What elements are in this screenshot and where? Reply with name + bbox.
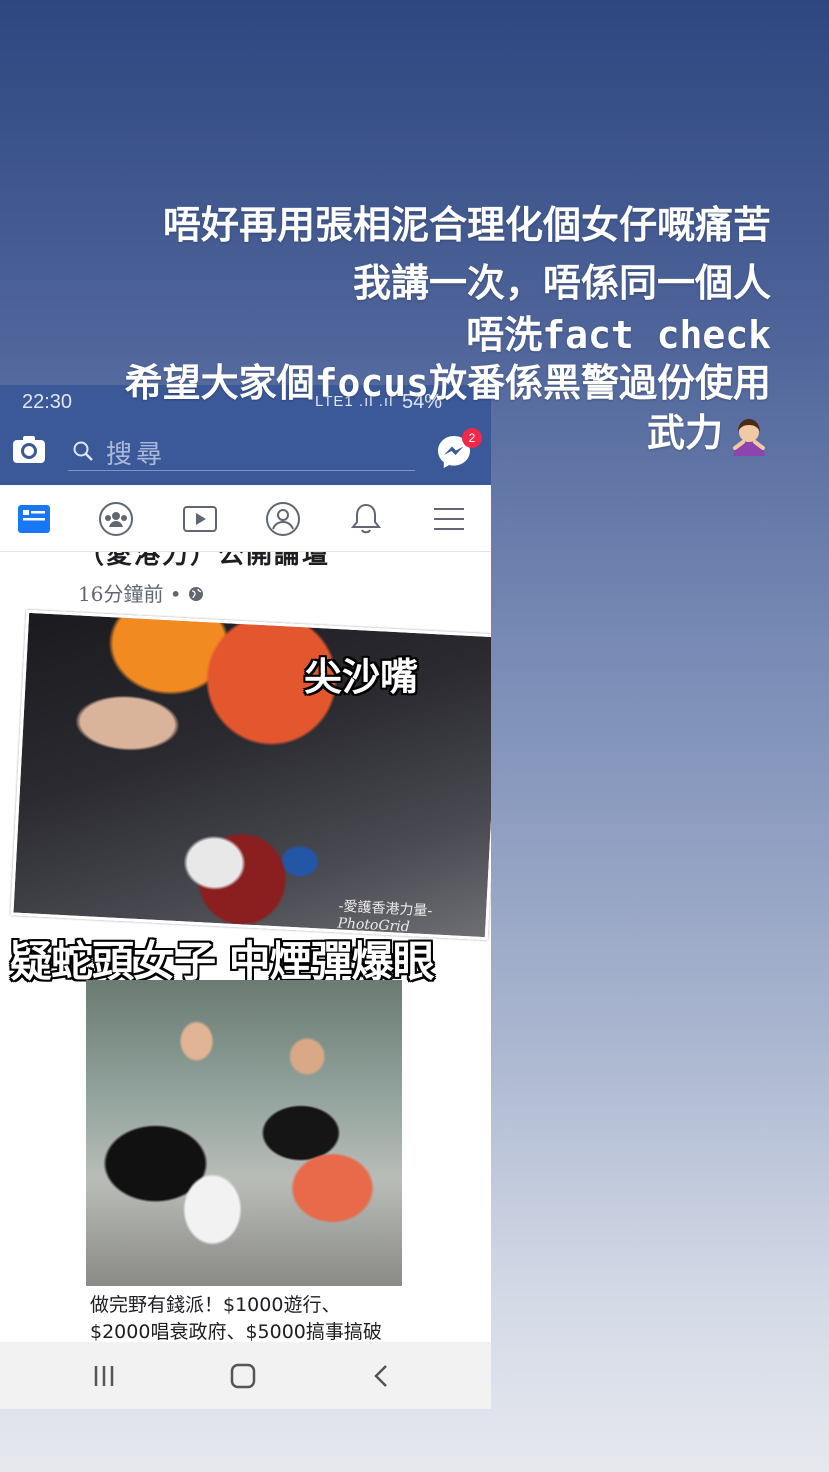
profile-icon[interactable]	[265, 501, 301, 537]
menu-icon[interactable]	[431, 501, 467, 537]
post-photo-street-group[interactable]	[86, 980, 402, 1286]
camera-icon[interactable]	[12, 434, 46, 464]
messenger-badge: 2	[462, 428, 482, 448]
news-feed-icon[interactable]	[16, 501, 52, 537]
globe-icon	[188, 587, 203, 601]
news-feed: （愛港力）公開論壇 16分鐘前 • -愛護香港力量- PhotoGrid 尖沙嘴…	[0, 552, 491, 1342]
post-photo-injured-woman[interactable]	[10, 609, 491, 941]
story-caption-line-2: 我講一次，唔係同一個人	[352, 261, 771, 305]
story-caption-line-4: 希望大家個focus放番係黑警過份使用	[124, 361, 771, 405]
woman-gesturing-no-emoji	[733, 418, 765, 456]
search-icon	[73, 441, 93, 461]
groups-icon[interactable]	[98, 501, 134, 537]
recent-apps-icon[interactable]	[90, 1362, 120, 1390]
story-caption-line-3: 唔洗fact check	[466, 313, 771, 357]
android-nav-bar	[0, 1342, 491, 1409]
home-icon[interactable]	[228, 1362, 258, 1390]
post-timestamp: 16分鐘前 •	[78, 578, 204, 607]
notifications-icon[interactable]	[348, 501, 384, 537]
photo-location-label: 尖沙嘴	[304, 655, 419, 699]
link-preview-title[interactable]: 做完野有錢派！$1000遊行、 $2000唱衰政府、$5000搞事搞破	[90, 1292, 410, 1342]
facebook-header: 搜尋 2	[0, 418, 491, 485]
status-time: 22:30	[22, 391, 73, 413]
facebook-nav-bar	[0, 485, 491, 552]
post-page-name[interactable]: （愛港力）公開論壇	[78, 552, 330, 571]
facebook-screenshot: 22:30 LTE1 .ıl .ıl 54% 搜尋 2 （愛港力）公開論壇 16…	[0, 385, 491, 1409]
watch-icon[interactable]	[182, 501, 218, 537]
back-icon[interactable]	[368, 1362, 398, 1390]
story-caption-line-5: 武力	[647, 408, 771, 458]
story-caption-line-1: 唔好再用張相泥合理化個女仔嘅痛苦	[162, 203, 771, 247]
search-placeholder: 搜尋	[106, 440, 167, 470]
search-bar[interactable]: 搜尋	[68, 432, 415, 471]
